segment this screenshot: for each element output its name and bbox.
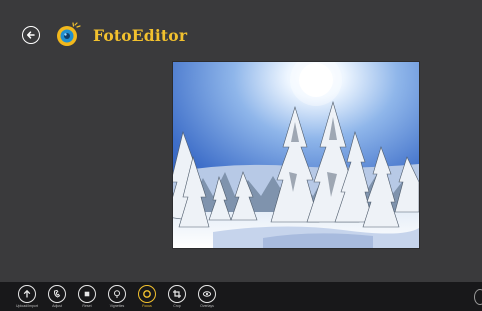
upload-icon xyxy=(18,285,36,303)
upload-import-label: Upload/Import xyxy=(16,304,38,308)
arrow-left-icon xyxy=(26,31,35,39)
adjust-label: Adjust xyxy=(52,304,62,308)
more-button[interactable] xyxy=(474,289,482,305)
overlays-label: Overlays xyxy=(200,304,214,308)
vignettes-button[interactable]: Vignettes xyxy=(102,285,132,311)
adjust-button[interactable]: Adjust xyxy=(42,285,72,311)
crop-icon xyxy=(168,285,186,303)
reset-button[interactable]: Reset xyxy=(72,285,102,311)
bottom-app-bar: Upload/Import Adjust Reset Vignettes Foc xyxy=(0,282,482,311)
camera-lens-icon xyxy=(57,22,81,46)
photo-canvas[interactable] xyxy=(173,62,419,248)
overlay-icon xyxy=(198,285,216,303)
vignette-icon xyxy=(108,285,126,303)
app-title: FotoEditor xyxy=(93,26,188,45)
back-button[interactable] xyxy=(22,26,40,44)
focus-icon xyxy=(138,285,156,303)
overlays-button[interactable]: Overlays xyxy=(192,285,222,311)
reset-icon xyxy=(78,285,96,303)
adjust-icon xyxy=(48,285,66,303)
vignettes-label: Vignettes xyxy=(109,304,125,308)
crop-button[interactable]: Crop xyxy=(162,285,192,311)
photo-image xyxy=(173,62,419,248)
focus-label: Focus xyxy=(142,304,152,308)
focus-button[interactable]: Focus xyxy=(132,285,162,311)
crop-label: Crop xyxy=(173,304,181,308)
upload-import-button[interactable]: Upload/Import xyxy=(12,285,42,311)
reset-label: Reset xyxy=(82,304,92,308)
app-window: FotoEditor Upload/Import Adjust Reset Vi… xyxy=(0,0,482,311)
